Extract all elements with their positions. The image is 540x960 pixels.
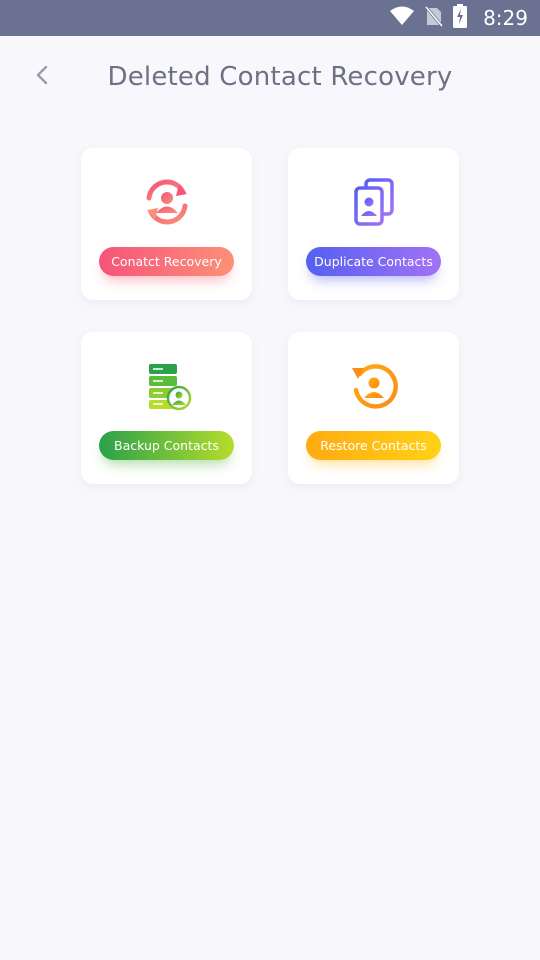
header: Deleted Contact Recovery [0,36,540,122]
backup-contacts-icon [139,358,195,414]
wifi-icon [389,6,415,30]
backup-contacts-button[interactable]: Backup Contacts [99,431,234,460]
chevron-left-icon [35,65,49,89]
restore-contacts-button[interactable]: Restore Contacts [306,431,441,460]
status-icons: 8:29 [389,0,528,36]
status-time: 8:29 [483,6,528,30]
no-sim-icon [424,5,444,31]
contact-recovery-card[interactable]: Conatct Recovery [81,148,252,300]
status-bar: 8:29 [0,0,540,36]
duplicate-contacts-card[interactable]: Duplicate Contacts [288,148,459,300]
backup-contacts-card[interactable]: Backup Contacts [81,332,252,484]
duplicate-contacts-icon [346,174,402,230]
page-title: Deleted Contact Recovery [107,62,453,92]
contact-recovery-button[interactable]: Conatct Recovery [99,247,234,276]
restore-contacts-icon [346,358,402,414]
restore-contacts-card[interactable]: Restore Contacts [288,332,459,484]
battery-charging-icon [453,4,468,32]
contact-recovery-icon [139,174,195,230]
duplicate-contacts-button[interactable]: Duplicate Contacts [306,247,441,276]
back-button[interactable] [26,60,58,94]
